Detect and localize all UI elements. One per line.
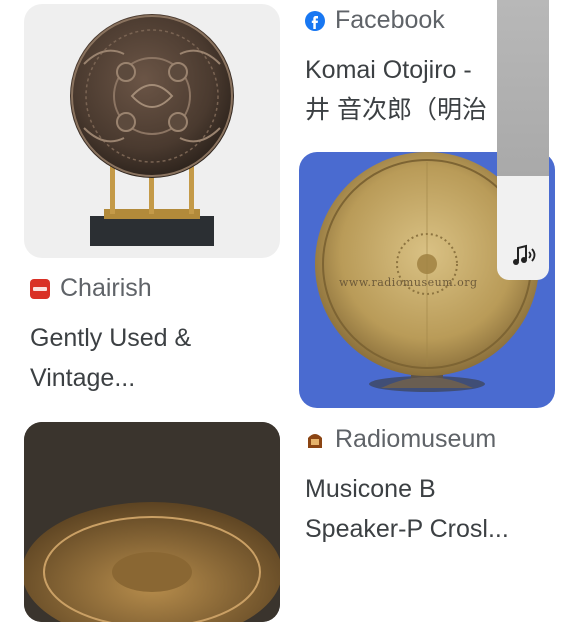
result-source-radiomuseum[interactable]: Radiomuseum <box>305 425 496 454</box>
source-label: Chairish <box>60 274 152 302</box>
source-label: Radiomuseum <box>335 425 497 453</box>
image-watermark: www.radiomuseum.org <box>339 276 478 289</box>
music-note-icon <box>513 244 536 265</box>
bronze-bowl-image <box>24 422 280 622</box>
music-note-button[interactable] <box>505 238 541 274</box>
title-line: Vintage... <box>30 364 136 392</box>
result-title-radiomuseum[interactable]: Musicone B Speaker-P Crosl... <box>305 469 565 549</box>
overlay-panel <box>497 0 549 176</box>
title-line: Speaker-P Crosl... <box>305 515 509 543</box>
title-line: Musicone B <box>305 475 436 503</box>
result-source-chairish[interactable]: Chairish <box>30 274 152 303</box>
title-line: Komai Otojiro - <box>305 56 472 84</box>
result-image-bronze-bowl[interactable] <box>24 422 280 622</box>
result-title-chairish[interactable]: Gently Used & Vintage... <box>30 318 280 398</box>
result-source-facebook[interactable]: Facebook <box>305 6 445 35</box>
radiomuseum-icon <box>305 430 325 450</box>
chairish-logo-icon <box>30 278 50 299</box>
title-line: Gently Used & <box>30 324 192 352</box>
facebook-icon <box>305 10 325 31</box>
source-label: Facebook <box>335 6 445 34</box>
shield-stand-image <box>70 14 234 246</box>
title-line: 井 音次郎（明治 <box>305 96 487 124</box>
result-image-shield-stand[interactable] <box>24 4 280 258</box>
result-title-facebook[interactable]: Komai Otojiro - 井 音次郎（明治 <box>305 50 505 130</box>
